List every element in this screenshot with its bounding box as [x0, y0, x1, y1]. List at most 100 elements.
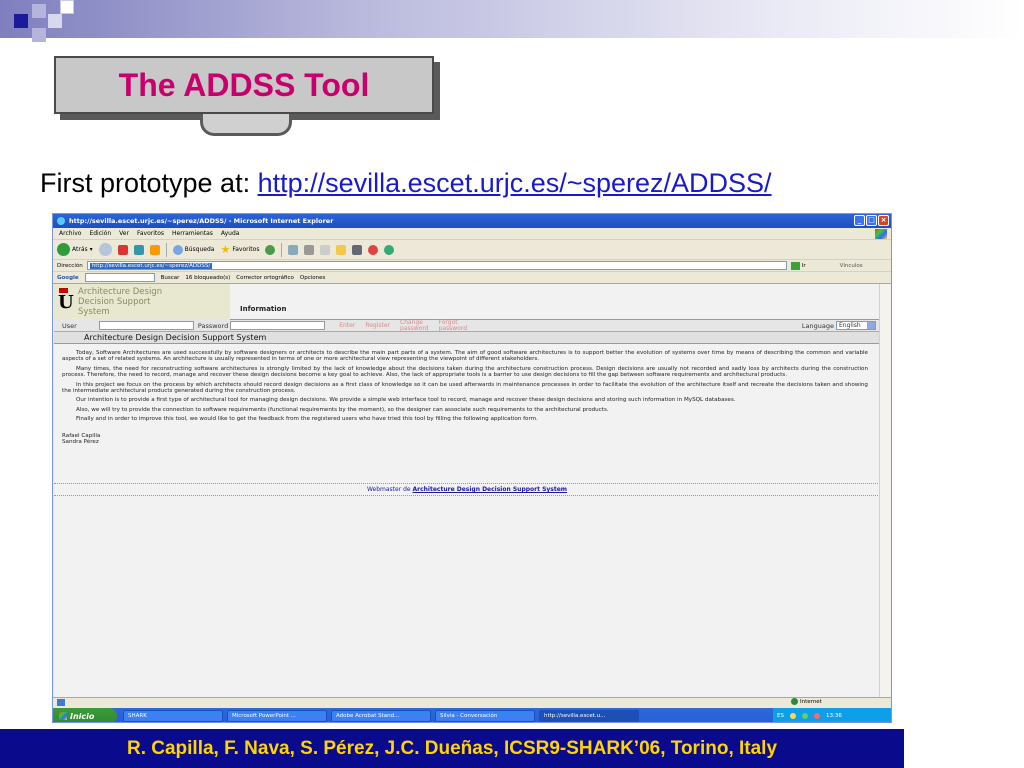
password-input[interactable] [230, 321, 326, 330]
edit-icon[interactable] [320, 244, 331, 255]
authors: Rafael Capilla Sandra Pérez [62, 433, 868, 446]
messenger-icon[interactable] [368, 244, 379, 255]
back-label: Atrás [72, 246, 88, 253]
favorites-star-icon: ★ [220, 243, 231, 256]
address-input[interactable]: http://sevilla.escet.urjc.es/~sperez/ADD… [86, 261, 787, 270]
home-icon[interactable] [149, 244, 160, 255]
search-label: Búsqueda [184, 246, 215, 253]
forward-arrow-icon[interactable] [98, 243, 112, 256]
windows-logo-icon [59, 712, 67, 720]
taskbar: Inicio SHARK Microsoft PowerPoint ... Ad… [53, 708, 891, 722]
google-search-button[interactable]: Buscar [161, 275, 180, 281]
menu-edicion[interactable]: Edición [89, 230, 111, 237]
spellcheck-button[interactable]: Corrector ortográfico [236, 275, 294, 281]
slide-subtitle: First prototype at: http://sevilla.escet… [40, 168, 772, 199]
back-button[interactable]: Atrás ▾ [57, 243, 93, 256]
logo-text: Architecture Design Decision Support Sys… [78, 287, 162, 317]
address-label: Dirección [57, 262, 83, 269]
options-button[interactable]: Opciones [300, 275, 325, 281]
menu-favoritos[interactable]: Favoritos [137, 230, 164, 237]
tray-icon[interactable] [801, 713, 808, 719]
toolbar-separator [281, 242, 283, 257]
logo-line: Decision Support [78, 297, 151, 307]
search-icon [172, 244, 183, 255]
author-name: Sandra Pérez [62, 439, 99, 446]
paragraph: In this project we focus on the process … [62, 381, 868, 395]
urjc-logo-icon: U [58, 287, 74, 313]
deco-square [60, 0, 74, 14]
browser-toolbar: Atrás ▾ Búsqueda ★ Favoritos [53, 240, 891, 260]
change-password-link[interactable]: Change password [400, 320, 429, 332]
browser-window: http://sevilla.escet.urjc.es/~sperez/ADD… [52, 213, 892, 723]
password-label: Password [197, 321, 229, 330]
login-bar: User Password Enter Register Change passw… [54, 320, 880, 332]
history-icon[interactable] [265, 244, 276, 255]
discuss-icon[interactable] [352, 244, 363, 255]
page-content: U Architecture Design Decision Support S… [54, 284, 880, 697]
clock: 13:36 [825, 713, 842, 719]
address-bar: Dirección http://sevilla.escet.urjc.es/~… [53, 260, 891, 272]
menu-ayuda[interactable]: Ayuda [221, 230, 240, 237]
tray-icon[interactable] [813, 713, 820, 719]
window-title: http://sevilla.escet.urjc.es/~sperez/ADD… [69, 217, 334, 225]
windows-logo-icon [875, 229, 887, 239]
close-button[interactable]: × [878, 215, 889, 226]
window-buttons: _ □ × [854, 215, 889, 226]
search-button[interactable]: Búsqueda [172, 244, 215, 255]
prototype-link[interactable]: http://sevilla.escet.urjc.es/~sperez/ADD… [258, 168, 772, 198]
deco-square [48, 14, 62, 28]
divider [54, 483, 880, 485]
maximize-button[interactable]: □ [866, 215, 877, 226]
menu-ver[interactable]: Ver [119, 230, 129, 237]
minimize-button[interactable]: _ [854, 215, 865, 226]
information-tab[interactable]: Information [240, 305, 286, 319]
taskbar-item[interactable]: SHARK [123, 710, 223, 722]
taskbar-item[interactable]: Microsoft PowerPoint ... [227, 710, 327, 722]
go-button[interactable]: Ir [790, 261, 806, 270]
system-tray: ES 13:36 [773, 708, 891, 722]
webmaster-link[interactable]: Architecture Design Decision Support Sys… [413, 486, 568, 493]
enter-link[interactable]: Enter [339, 323, 355, 329]
deco-square [14, 14, 28, 28]
stop-icon[interactable] [117, 244, 128, 255]
favorites-button[interactable]: ★ Favoritos [220, 243, 259, 256]
user-input[interactable] [98, 321, 194, 330]
google-logo[interactable]: Google [57, 275, 79, 281]
google-search-input[interactable] [84, 273, 155, 282]
register-link[interactable]: Register [365, 323, 390, 329]
site-logo: U Architecture Design Decision Support S… [54, 284, 230, 320]
status-bar: Internet [53, 697, 891, 707]
language-indicator[interactable]: ES [777, 713, 784, 719]
links-label[interactable]: Vínculos [840, 263, 863, 269]
menu-herramientas[interactable]: Herramientas [172, 230, 213, 237]
start-button[interactable]: Inicio [53, 708, 117, 722]
taskbar-item[interactable]: Adobe Acrobat Stand... [331, 710, 431, 722]
footer-credits: R. Capilla, F. Nava, S. Pérez, J.C. Dueñ… [126, 737, 778, 759]
slide-title: The ADDSS Tool [118, 66, 370, 103]
divider [54, 495, 880, 497]
menu-bar: Archivo Edición Ver Favoritos Herramient… [53, 228, 891, 240]
paragraph: Many times, the need for reconstructing … [62, 365, 868, 379]
vertical-scrollbar[interactable] [879, 284, 891, 697]
taskbar-item-active[interactable]: http://sevilla.escet.u... [539, 710, 639, 722]
address-value: http://sevilla.escet.urjc.es/~sperez/ADD… [89, 262, 213, 269]
popup-blocked-counter[interactable]: 16 bloqueado(s) [185, 275, 230, 281]
print-icon[interactable] [304, 244, 315, 255]
tray-icon[interactable] [789, 713, 796, 719]
page-title: Architecture Design Decision Support Sys… [54, 332, 880, 344]
language-selector: Language English [802, 321, 876, 330]
paragraph: Today, Software Architectures are used s… [62, 350, 868, 363]
title-box: The ADDSS Tool [54, 56, 434, 114]
webmaster-prefix: Webmaster de [366, 486, 413, 494]
folder-icon[interactable] [336, 244, 347, 255]
language-label: Language [801, 321, 834, 330]
back-arrow-icon [57, 243, 70, 256]
forgot-password-link[interactable]: Forgot password [439, 320, 468, 332]
menu-archivo[interactable]: Archivo [59, 230, 81, 237]
mail-icon[interactable] [288, 244, 299, 255]
google-toolbar: Google Buscar 16 bloqueado(s) Corrector … [53, 272, 891, 284]
refresh-icon[interactable] [133, 244, 144, 255]
taskbar-item[interactable]: Silvia - Conversación [435, 710, 535, 722]
people-icon[interactable] [384, 244, 395, 255]
language-select[interactable]: English [836, 321, 876, 330]
